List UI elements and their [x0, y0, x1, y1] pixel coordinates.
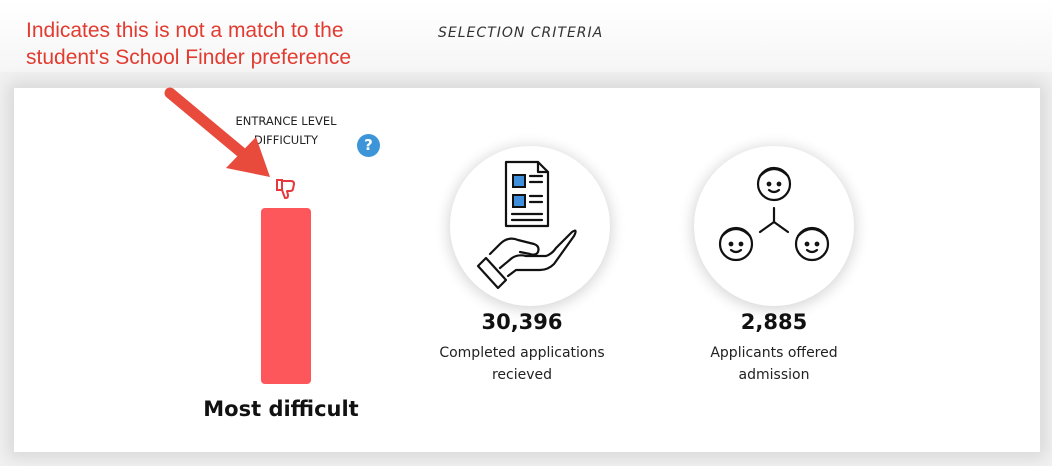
- annotation-text: Indicates this is not a match to the stu…: [26, 19, 352, 69]
- applications-count: 30,396: [481, 310, 563, 334]
- entrance-level-label: ENTRANCE LEVEL DIFFICULTY: [235, 114, 337, 147]
- question-icon[interactable]: ?: [357, 134, 380, 157]
- admissions-label-line2: admission: [738, 367, 810, 383]
- applications-label-line2: recieved: [491, 367, 553, 383]
- applications-circle: [450, 146, 610, 306]
- admissions-count: 2,885: [740, 310, 808, 334]
- difficulty-bar: [261, 208, 311, 384]
- difficulty-value: Most difficult: [203, 397, 359, 421]
- admissions-label-line1: Applicants offered: [710, 345, 838, 361]
- people-network-icon: [718, 166, 830, 262]
- thumbs-down-icon: [276, 179, 295, 199]
- admissions-circle: [694, 146, 854, 306]
- application-hand-icon: [476, 160, 577, 290]
- applications-label-line1: Completed applications: [439, 345, 605, 361]
- section-title: SELECTION CRITERIA: [438, 25, 604, 41]
